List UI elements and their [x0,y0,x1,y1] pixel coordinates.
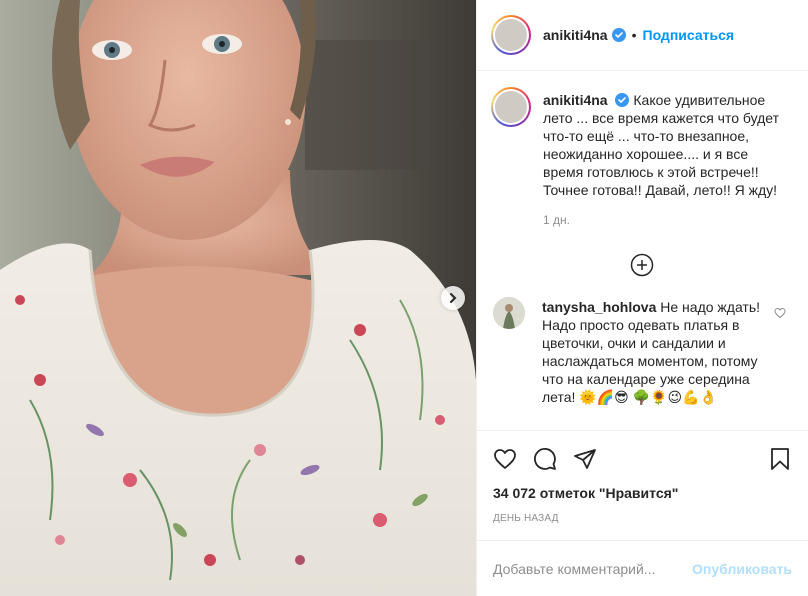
publish-button[interactable]: Опубликовать [692,561,792,577]
caption: anikiti4na Какое удивительное лето ... в… [491,87,792,229]
comment-icon[interactable] [533,447,557,471]
separator-dot: • [631,27,637,43]
like-comment-heart-icon[interactable] [774,307,786,319]
comment-item: tanysha_hohlova Не надо ждать! Надо прос… [491,297,792,406]
caption-username[interactable]: anikiti4na [543,92,608,108]
caption-time[interactable]: 1 дн. [543,211,792,229]
comment-emoji: 🌞🌈😎 🌳🌻😉💪👌 [579,389,717,405]
commenter-avatar[interactable] [493,297,525,329]
author-username[interactable]: anikiti4na [543,27,608,43]
verified-badge-icon [615,93,630,107]
share-icon[interactable] [573,447,597,471]
post-sidebar: anikiti4na • Подписаться anikiti4na Како… [476,0,808,596]
heart-icon[interactable] [493,447,517,471]
add-comment-bar: Опубликовать [477,540,808,596]
selfie-image [0,0,476,596]
plus-circle-icon[interactable] [630,253,654,277]
comments-area[interactable]: anikiti4na Какое удивительное лето ... в… [477,71,808,430]
next-photo-button[interactable] [441,286,465,310]
post-photo[interactable] [0,0,476,596]
comment-input[interactable] [493,560,693,577]
post-header: anikiti4na • Подписаться [477,0,808,71]
commenter-username[interactable]: tanysha_hohlova [542,299,656,315]
post-actions: 34 072 отметок "Нравится" ДЕНЬ НАЗАД [477,430,808,540]
verified-badge-icon [611,28,626,42]
post-date[interactable]: ДЕНЬ НАЗАД [493,513,792,524]
author-avatar[interactable] [491,15,531,55]
likes-count[interactable]: 34 072 отметок "Нравится" [493,485,792,501]
chevron-right-icon [450,293,457,303]
caption-avatar[interactable] [491,87,531,127]
follow-button[interactable]: Подписаться [643,27,735,43]
bookmark-icon[interactable] [768,447,792,471]
post-modal: anikiti4na • Подписаться anikiti4na Како… [0,0,808,596]
